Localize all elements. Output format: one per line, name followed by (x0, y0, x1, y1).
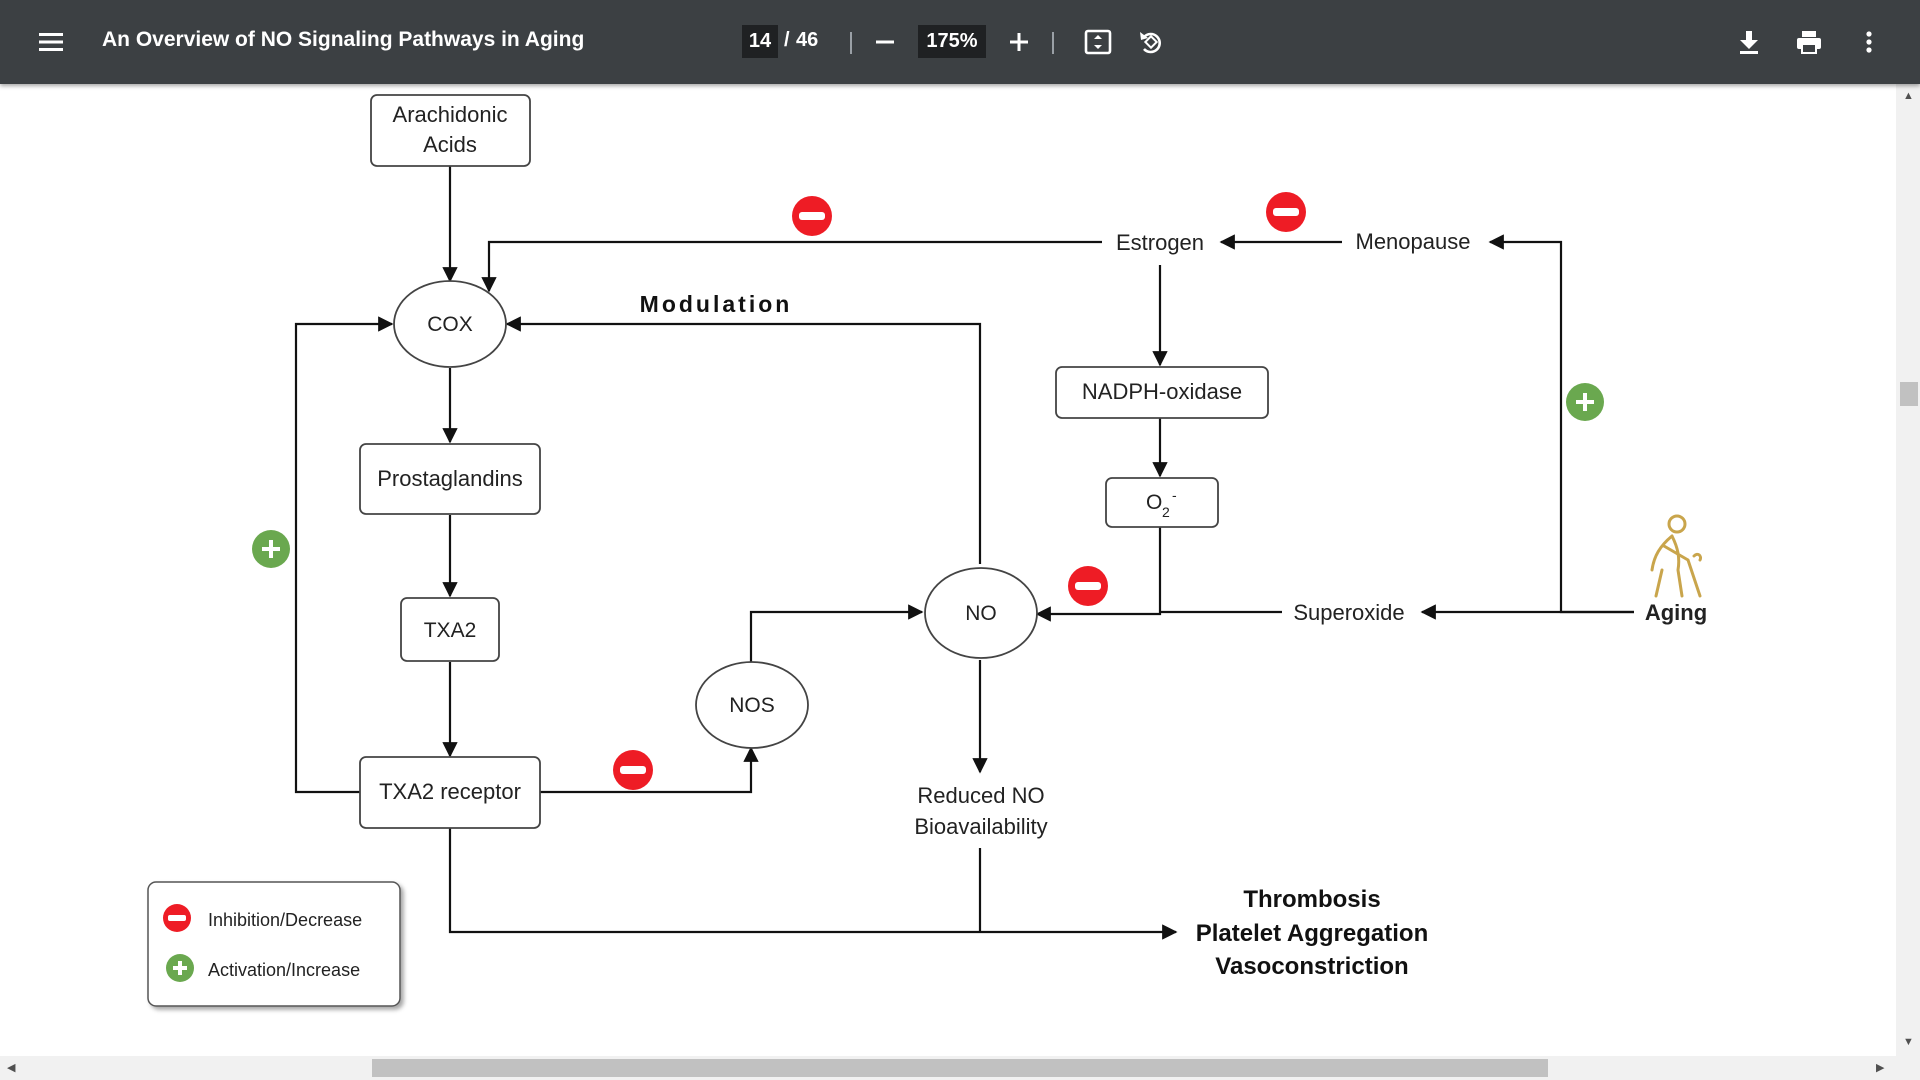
node-prostaglandins: Prostaglandins (359, 443, 541, 515)
node-o2-superoxide-anion: O 2 - (1105, 477, 1219, 528)
arrow-aging-to-menopause (1488, 234, 1634, 614)
node-superoxide: Superoxide (1285, 596, 1415, 630)
pdf-toolbar: An Overview of NO Signaling Pathways in … (0, 0, 1920, 84)
node-estrogen-label: Estrogen (1116, 230, 1204, 255)
outcomes-block: Thrombosis Platelet Aggregation Vasocons… (1196, 886, 1428, 980)
legend-activation-label: Activation/Increase (208, 960, 360, 980)
node-aging-label: Aging (1645, 600, 1707, 625)
node-txa2-receptor-label: TXA2 receptor (379, 779, 521, 804)
arrow-receptor-to-outcomes (448, 828, 1178, 940)
activation-icon (252, 530, 290, 568)
scroll-right-arrow-icon[interactable]: ▶ (1876, 1062, 1884, 1074)
node-menopause-label: Menopause (1356, 229, 1471, 254)
scroll-up-arrow-icon[interactable]: ▲ (1903, 90, 1914, 102)
node-o2-superscript: - (1172, 487, 1177, 503)
current-page-input[interactable]: 14 (742, 25, 778, 58)
print-icon[interactable] (1794, 27, 1824, 57)
node-prostaglandins-label: Prostaglandins (377, 466, 523, 491)
node-reduced-no-bioavailability: Reduced NO Bioavailability (900, 776, 1062, 848)
inhibition-icon (792, 196, 832, 236)
document-title: An Overview of NO Signaling Pathways in … (102, 28, 585, 51)
zoom-level-input[interactable]: 175% (918, 25, 986, 58)
total-pages: 46 (796, 29, 819, 51)
node-menopause: Menopause (1346, 226, 1484, 260)
inhibition-icon (613, 750, 653, 790)
node-cox: COX (393, 280, 507, 368)
toolbar-divider (1052, 32, 1054, 54)
scroll-left-arrow-icon[interactable]: ◀ (7, 1062, 15, 1074)
aging-person-icon (1650, 514, 1702, 598)
node-no: NO (924, 567, 1038, 659)
page-separator: / (784, 29, 790, 51)
outcome-thrombosis: Thrombosis (1243, 886, 1380, 913)
zoom-out-icon[interactable] (870, 27, 900, 57)
scroll-down-arrow-icon[interactable]: ▼ (1903, 1036, 1914, 1048)
node-o2-subscript: 2 (1162, 504, 1170, 520)
node-arachidonic-acids: Arachidonic Acids (370, 94, 531, 167)
horizontal-scrollbar[interactable]: ◀ ▶ (0, 1056, 1920, 1080)
horizontal-scrollbar-thumb[interactable] (372, 1059, 1548, 1077)
legend-inhibition-label: Inhibition/Decrease (208, 910, 362, 930)
node-nos: NOS (695, 661, 809, 749)
modulation-label: Modulation (640, 291, 793, 317)
vertical-scrollbar-thumb[interactable] (1900, 382, 1918, 406)
node-txa2-receptor: TXA2 receptor (359, 756, 541, 829)
node-no-label: NO (965, 602, 997, 625)
rotate-icon[interactable] (1136, 27, 1166, 57)
legend-activation-icon (166, 954, 194, 982)
node-txa2: TXA2 (400, 597, 500, 662)
node-reduced-line1: Reduced NO (917, 783, 1044, 808)
menu-icon[interactable] (36, 27, 66, 57)
zoom-in-icon[interactable] (1004, 27, 1034, 57)
inhibition-icon (1068, 566, 1108, 606)
toolbar-divider (850, 32, 852, 54)
node-arachidonic-line2: Acids (423, 132, 477, 157)
fit-page-icon[interactable] (1083, 27, 1113, 57)
outcome-platelet-aggregation: Platelet Aggregation (1196, 920, 1428, 947)
node-nadph-oxidase: NADPH-oxidase (1055, 366, 1269, 419)
vertical-scrollbar[interactable]: ▲ ▼ (1896, 84, 1920, 1056)
node-superoxide-label: Superoxide (1293, 600, 1404, 625)
node-o2-base: O (1146, 491, 1162, 514)
node-nos-label: NOS (729, 694, 775, 717)
node-reduced-line2: Bioavailability (914, 814, 1047, 839)
arrow-estrogen-to-cox (481, 240, 1102, 293)
node-nadph-label: NADPH-oxidase (1082, 379, 1242, 404)
node-arachidonic-line1: Arachidonic (393, 102, 508, 127)
arrow-nos-to-no (749, 604, 924, 665)
activation-icon (1566, 383, 1604, 421)
arrow-receptor-feedback-to-cox (294, 316, 394, 794)
node-estrogen: Estrogen (1106, 226, 1214, 260)
no-signaling-diagram: Arachidonic Acids COX Prostaglandins TXA… (147, 94, 1707, 1007)
document-viewer[interactable]: Arachidonic Acids COX Prostaglandins TXA… (0, 84, 1896, 1056)
arrow-no-modulation-to-cox (505, 316, 982, 564)
download-icon[interactable] (1734, 27, 1764, 57)
more-vert-icon[interactable] (1854, 27, 1884, 57)
legend-inhibition-icon (163, 904, 191, 932)
legend: Inhibition/Decrease Activation/Increase (147, 881, 401, 1007)
node-txa2-label: TXA2 (424, 619, 477, 642)
outcome-vasoconstriction: Vasoconstriction (1215, 953, 1408, 980)
inhibition-icon (1266, 192, 1306, 232)
node-cox-label: COX (427, 313, 473, 336)
